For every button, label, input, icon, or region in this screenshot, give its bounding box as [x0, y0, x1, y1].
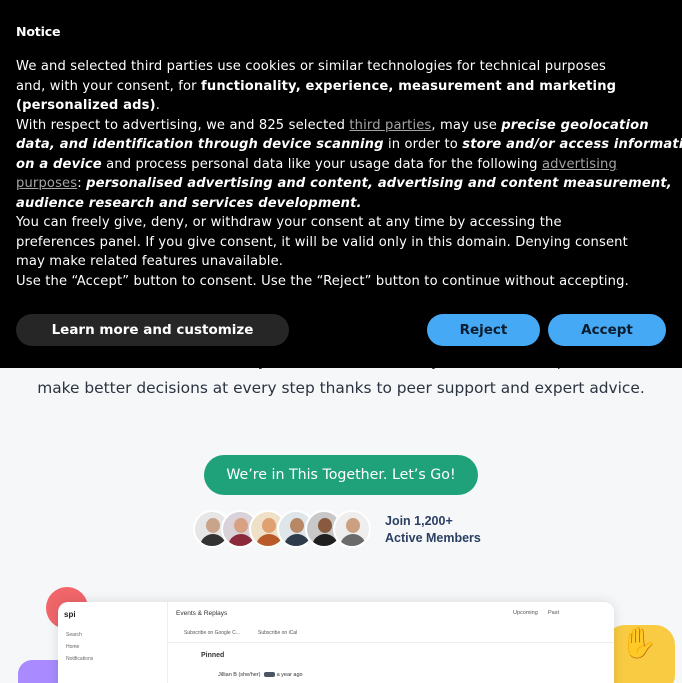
consent-p1-line-3: (personalized ads). — [16, 98, 161, 113]
consent-p1-line-2: and, with your consent, for functionalit… — [16, 78, 617, 94]
preview-nav-search: Search — [66, 632, 82, 638]
member-avatars — [193, 510, 375, 548]
preview-nav-notifications: Notifications — [66, 656, 94, 662]
consent-p3-line-2: preferences panel. If you give consent, … — [16, 234, 628, 250]
preview-tab-past: Past — [548, 610, 560, 616]
reject-button[interactable]: Reject — [427, 314, 540, 346]
preview-sidebar: spi Search Home Notifications — [58, 602, 168, 683]
preview-post-time: a year ago — [276, 672, 303, 678]
members-count: Join 1,200+ — [385, 514, 453, 528]
third-parties-link[interactable]: third parties — [349, 118, 431, 133]
members-label: Active Members — [385, 531, 481, 545]
learn-more-customize-button[interactable]: Learn more and customize — [16, 314, 289, 346]
advertising-purposes-link-cont[interactable]: purposes — [16, 176, 77, 191]
app-preview-screenshot: spi Search Home Notifications Events & R… — [58, 602, 614, 683]
notice-title: Notice — [16, 24, 61, 39]
consent-p4: Use the “Accept” button to consent. Use … — [16, 273, 629, 289]
preview-divider — [168, 642, 614, 643]
preview-pinned-title: Pinned — [201, 652, 225, 659]
waving-hand-icon: ✋ — [620, 626, 658, 661]
preview-post-tag — [264, 672, 276, 677]
preview-nav-home: Home — [66, 644, 80, 650]
advertising-purposes-link[interactable]: advertising — [542, 157, 617, 172]
consent-p3-line-1: You can freely give, deny, or withdraw y… — [16, 215, 562, 230]
avatar — [333, 510, 371, 548]
preview-tab-upcoming: Upcoming — [513, 610, 538, 616]
accept-button[interactable]: Accept — [548, 314, 666, 346]
preview-header: Events & Replays — [176, 610, 228, 617]
consent-p2-line-5: audience research and services developme… — [16, 195, 362, 211]
consent-p2-line-1: With respect to advertising, we and 825 … — [16, 117, 649, 133]
hero-line-2: make better decisions at every step than… — [37, 379, 645, 397]
consent-text: We and selected third parties use cookie… — [16, 57, 682, 291]
cookie-consent-banner: Notice We and selected third parties use… — [0, 0, 682, 368]
preview-post-author: Jillian B (she/her) — [218, 672, 261, 678]
consent-p2-line-3: on a device and process personal data li… — [16, 156, 617, 172]
consent-p2-line-2: data, and identification through device … — [16, 137, 682, 152]
consent-p1-line-1: We and selected third parties use cookie… — [16, 59, 606, 74]
consent-p2-line-4: purposes: personalised advertising and c… — [16, 176, 672, 191]
join-cta-button[interactable]: We’re in This Together. Let’s Go! — [204, 455, 478, 495]
preview-post: Jillian B (she/her) a year ago — [218, 672, 303, 678]
preview-subscribe-ical: Subscribe on iCal — [258, 630, 298, 636]
consent-p3-line-3: may make related features unavailable. — [16, 254, 284, 269]
active-members: Join 1,200+ Active Members — [385, 513, 481, 547]
preview-subscribe-google: Subscribe on Google C... — [184, 630, 240, 636]
preview-logo: spi — [64, 610, 76, 619]
